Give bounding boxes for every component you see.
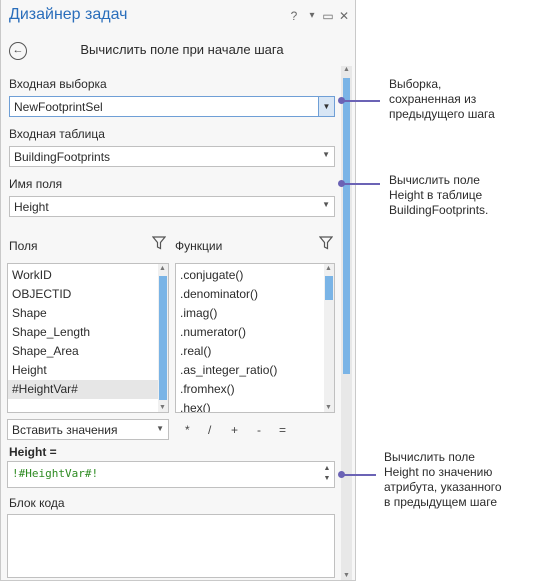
step-title: Вычислить поле при начале шага (80, 42, 284, 57)
expression-scrollbar[interactable]: ▲ ▼ (322, 464, 332, 485)
expression-value: !#HeightVar#! (12, 467, 99, 480)
callout-text-line: Height в таблице (389, 188, 483, 202)
close-icon[interactable]: ✕ (337, 8, 351, 24)
callout-text-line: Выборка, (389, 77, 442, 91)
operator-divide-button[interactable]: / (208, 423, 211, 437)
scroll-up-icon[interactable]: ▲ (325, 265, 332, 272)
input-selection-value: NewFootprintSel (14, 100, 103, 114)
callout-line (342, 183, 380, 185)
chevron-down-icon: ▼ (322, 150, 330, 159)
scroll-up-icon[interactable]: ▲ (159, 265, 166, 272)
field-name-dropdown[interactable]: Height ▼ (9, 196, 335, 217)
list-item[interactable]: Height (8, 361, 168, 380)
pin-icon[interactable]: ▭ (321, 8, 335, 24)
callout-text-line: атрибута, указанного (384, 480, 502, 494)
code-block-input[interactable] (7, 514, 335, 578)
scroll-up-icon[interactable]: ▲ (322, 464, 332, 474)
list-item[interactable]: Shape_Area (8, 342, 168, 361)
callout-text-line: предыдущего шага (389, 107, 495, 121)
list-item[interactable]: OBJECTID (8, 285, 168, 304)
fields-scrollbar[interactable]: ▲ ▼ (158, 264, 168, 412)
list-item[interactable]: .real() (176, 342, 334, 361)
pane-title: Дизайнер задач (9, 6, 128, 23)
filter-icon[interactable] (152, 236, 166, 250)
expression-label: Height = (9, 445, 57, 459)
filter-icon[interactable] (319, 236, 333, 250)
operator-multiply-button[interactable]: * (185, 423, 190, 437)
list-item[interactable]: WorkID (8, 266, 168, 285)
callout-line (342, 474, 376, 476)
scroll-down-icon[interactable]: ▼ (322, 474, 332, 484)
pane-scrollbar[interactable]: ▲ ▼ (341, 66, 352, 580)
input-table-dropdown[interactable]: BuildingFootprints ▼ (9, 146, 335, 167)
callout-text-line: сохраненная из (389, 92, 477, 106)
input-table-value: BuildingFootprints (14, 150, 111, 164)
task-designer-pane: Дизайнер задач ? ▾ ▭ ✕ ← Вычислить поле … (0, 0, 356, 581)
callout-expression-note: Вычислить поле Height по значению атрибу… (384, 450, 502, 510)
expression-input[interactable]: !#HeightVar#! ▲ ▼ (7, 461, 335, 488)
list-item[interactable]: .fromhex() (176, 380, 334, 399)
callout-text-line: в предыдущем шаге (384, 495, 498, 509)
options-menu-icon[interactable]: ▾ (305, 8, 319, 24)
list-item[interactable]: Shape_Length (8, 323, 168, 342)
callout-line (342, 100, 380, 102)
callout-text-line: BuildingFootprints. (389, 203, 489, 217)
scrollbar-thumb[interactable] (159, 276, 167, 400)
functions-label: Функции (175, 239, 223, 253)
callout-table-note: Вычислить поле Height в таблице Building… (389, 173, 488, 218)
list-item[interactable]: .numerator() (176, 323, 334, 342)
functions-list[interactable]: .conjugate() .denominator() .imag() .num… (175, 263, 335, 413)
input-selection-dropdown[interactable]: NewFootprintSel ▼ (9, 96, 335, 117)
scrollbar-thumb[interactable] (343, 78, 350, 374)
scrollbar-thumb[interactable] (325, 276, 333, 300)
fields-label: Поля (9, 239, 38, 253)
insert-values-dropdown[interactable]: Вставить значения ▼ (7, 419, 169, 440)
list-item-selected[interactable]: #HeightVar# (8, 380, 168, 399)
list-item[interactable]: .as_integer_ratio() (176, 361, 334, 380)
list-item[interactable]: .hex() (176, 399, 334, 412)
title-bar: Дизайнер задач ? ▾ ▭ ✕ (1, 0, 355, 34)
insert-values-label: Вставить значения (12, 423, 118, 437)
chevron-down-icon: ▼ (156, 424, 164, 433)
scroll-up-icon[interactable]: ▲ (343, 66, 350, 73)
callout-text-line: Вычислить поле (384, 450, 475, 464)
functions-scrollbar[interactable]: ▲ ▼ (324, 264, 334, 412)
input-table-label: Входная таблица (9, 127, 105, 141)
callout-text-line: Вычислить поле (389, 173, 480, 187)
input-selection-label: Входная выборка (9, 77, 107, 91)
list-item[interactable]: Shape (8, 304, 168, 323)
field-name-label: Имя поля (9, 177, 63, 191)
field-name-value: Height (14, 200, 49, 214)
callout-selection-note: Выборка, сохраненная из предыдущего шага (389, 77, 495, 122)
operator-equals-button[interactable]: = (279, 423, 286, 437)
operator-plus-button[interactable]: + (231, 423, 238, 437)
operator-minus-button[interactable]: - (257, 423, 261, 437)
code-block-label: Блок кода (9, 496, 65, 510)
scroll-down-icon[interactable]: ▼ (159, 404, 166, 411)
scroll-down-icon[interactable]: ▼ (343, 572, 350, 579)
list-item[interactable]: .denominator() (176, 285, 334, 304)
callout-text-line: Height по значению (384, 465, 493, 479)
help-icon[interactable]: ? (287, 8, 301, 24)
fields-list[interactable]: WorkID OBJECTID Shape Shape_Length Shape… (7, 263, 169, 413)
list-item[interactable]: .conjugate() (176, 266, 334, 285)
scroll-down-icon[interactable]: ▼ (325, 404, 332, 411)
chevron-down-icon[interactable]: ▼ (318, 97, 334, 116)
back-arrow-icon[interactable]: ← (9, 42, 27, 60)
chevron-down-icon: ▼ (322, 200, 330, 209)
list-item[interactable]: .imag() (176, 304, 334, 323)
